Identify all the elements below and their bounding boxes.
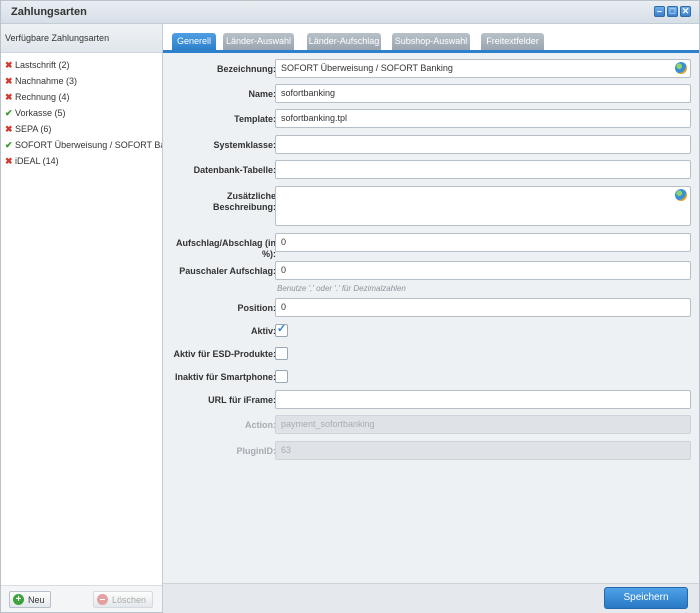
systemklasse-label: Systemklasse: xyxy=(213,140,276,150)
inactive-icon: ✖ xyxy=(5,124,13,134)
beschreibung-textarea[interactable] xyxy=(275,186,691,226)
delete-button[interactable]: – Löschen xyxy=(93,591,153,608)
close-icon[interactable]: ✕ xyxy=(680,6,691,17)
inactive-icon: ✖ xyxy=(5,92,13,102)
plus-icon: + xyxy=(13,594,24,605)
esd-label: Aktiv für ESD-Produkte: xyxy=(173,349,276,359)
tabelle-field[interactable] xyxy=(275,160,691,179)
active-check-icon: ✔ xyxy=(5,140,13,150)
pluginid-field: 63 xyxy=(275,441,691,460)
systemklasse-field[interactable] xyxy=(275,135,691,154)
minimize-icon[interactable]: – xyxy=(654,6,665,17)
pluginid-label: PluginID: xyxy=(236,446,277,456)
iframe-field[interactable] xyxy=(275,390,691,409)
window-title: Zahlungsarten xyxy=(11,6,87,18)
sidebar-header: Verfügbare Zahlungsarten xyxy=(1,24,162,53)
tab-generell[interactable]: Generell xyxy=(172,33,216,50)
list-item[interactable]: ✖ SEPA (6) xyxy=(1,121,162,137)
list-item[interactable]: ✖ iDEAL (14) xyxy=(1,153,162,169)
general-form: Bezeichnung: SOFORT Überweisung / SOFORT… xyxy=(163,53,699,583)
payment-methods-window: Zahlungsarten – □ ✕ Verfügbare Zahlungsa… xyxy=(0,0,700,613)
maximize-icon[interactable]: □ xyxy=(667,6,678,17)
list-item[interactable]: ✖ Rechnung (4) xyxy=(1,89,162,105)
aktiv-label: Aktiv: xyxy=(250,326,276,336)
form-footer: Speichern xyxy=(163,583,699,613)
name-label: Name: xyxy=(248,89,276,99)
aktiv-checkbox[interactable]: ✓ xyxy=(275,323,288,337)
payment-method-list: ✖ Lastschrift (2) ✖ Nachnahme (3) ✖ Rechnun… xyxy=(1,57,162,169)
decimal-hint: Benutze ',' oder '.' für Dezimalzahlen xyxy=(277,284,406,293)
esd-checkbox[interactable] xyxy=(275,347,288,360)
template-label: Template: xyxy=(234,114,276,124)
inactive-icon: ✖ xyxy=(5,76,13,86)
position-label: Position: xyxy=(237,303,277,313)
checkmark-icon: ✓ xyxy=(277,323,287,335)
active-check-icon: ✔ xyxy=(5,108,13,118)
tab-subshop-auswahl[interactable]: Subshop-Auswahl xyxy=(392,33,470,50)
action-label: Action: xyxy=(245,420,276,430)
bezeichnung-field[interactable]: SOFORT Überweisung / SOFORT Banking xyxy=(275,59,691,78)
aufschlag-label: Aufschlag/Abschlag (in%): xyxy=(175,238,276,259)
iframe-label: URL für iFrame: xyxy=(208,395,276,405)
tab-bar: Generell Länder-Auswahl Länder-Aufschlag… xyxy=(163,24,699,53)
list-item[interactable]: ✖ Lastschrift (2) xyxy=(1,57,162,73)
list-item[interactable]: ✖ Nachnahme (3) xyxy=(1,73,162,89)
minus-icon: – xyxy=(97,594,108,605)
inactive-icon: ✖ xyxy=(5,60,13,70)
detail-panel: Generell Länder-Auswahl Länder-Aufschlag… xyxy=(163,24,699,613)
tabelle-label: Datenbank-Tabelle: xyxy=(193,165,276,175)
tab-freitextfelder[interactable]: Freitextfelder xyxy=(481,33,544,50)
translate-globe-icon[interactable] xyxy=(675,62,687,74)
sidebar-toolbar: + Neu – Löschen xyxy=(1,585,162,612)
list-item[interactable]: ✔SOFORT Überweisung / SOFORT Banking xyxy=(1,137,162,153)
action-field: payment_sofortbanking xyxy=(275,415,691,434)
tab-laender-auswahl[interactable]: Länder-Auswahl xyxy=(223,33,294,50)
pauschal-field[interactable]: 0 xyxy=(275,261,691,280)
aufschlag-field[interactable]: 0 xyxy=(275,233,691,252)
list-item[interactable]: ✔ Vorkasse (5) xyxy=(1,105,162,121)
smartphone-checkbox[interactable] xyxy=(275,370,288,383)
translate-globe-icon[interactable] xyxy=(675,189,687,201)
window-titlebar[interactable]: Zahlungsarten – □ ✕ xyxy=(1,1,699,24)
name-field[interactable]: sofortbanking xyxy=(275,84,691,103)
window-controls: – □ ✕ xyxy=(654,6,691,17)
template-field[interactable]: sofortbanking.tpl xyxy=(275,109,691,128)
beschreibung-label: Zusätzliche Beschreibung: xyxy=(212,191,276,212)
new-button[interactable]: + Neu xyxy=(9,591,51,608)
smartphone-label: Inaktiv für Smartphone: xyxy=(174,372,276,382)
tab-laender-aufschlag[interactable]: Länder-Aufschlag xyxy=(307,33,381,50)
position-field[interactable]: 0 xyxy=(275,298,691,317)
inactive-icon: ✖ xyxy=(5,156,13,166)
bezeichnung-label: Bezeichnung: xyxy=(216,64,276,74)
pauschal-label: Pauschaler Aufschlag: xyxy=(179,266,276,276)
sidebar: Verfügbare Zahlungsarten ✖ Lastschrift (2… xyxy=(1,24,163,612)
save-button[interactable]: Speichern xyxy=(604,587,688,609)
